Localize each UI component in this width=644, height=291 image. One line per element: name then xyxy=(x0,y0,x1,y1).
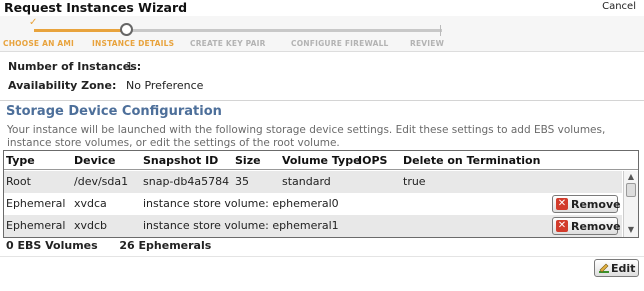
col-volume-type: Volume Type xyxy=(282,154,361,167)
scroll-down-icon[interactable]: ▼ xyxy=(626,225,636,235)
progress-track xyxy=(34,29,442,32)
scroll-up-icon[interactable]: ▲ xyxy=(626,172,636,182)
cell-type: Ephemeral xyxy=(6,219,66,232)
cell-volume-type: standard xyxy=(282,175,331,188)
table-scrollbar[interactable]: ▲ ▼ xyxy=(623,171,638,237)
table-row[interactable]: Ephemeral xvdca instance store volume: e… xyxy=(4,193,622,215)
title-bar: Request Instances Wizard Cancel xyxy=(0,0,644,16)
zone-value: No Preference xyxy=(126,79,204,92)
cell-size: 35 xyxy=(235,175,249,188)
storage-summary: 0 EBS Volumes 26 Ephemerals xyxy=(6,239,211,252)
col-type: Type xyxy=(6,154,35,167)
step-review: REVIEW xyxy=(410,39,445,48)
cell-snapshot: snap-db4a5784 xyxy=(143,175,230,188)
cell-snapshot: instance store volume: ephemeral0 xyxy=(143,197,339,210)
current-step-marker xyxy=(120,23,133,36)
step-instance-details: INSTANCE DETAILS xyxy=(92,39,175,48)
col-iops: IOPS xyxy=(358,154,388,167)
pencil-icon xyxy=(599,263,609,273)
scroll-thumb[interactable] xyxy=(626,183,636,197)
ephemeral-count: 26 Ephemerals xyxy=(119,239,212,252)
ebs-volume-count: 0 EBS Volumes xyxy=(6,239,98,252)
remove-label: Remove xyxy=(571,197,621,211)
progress-end-tick xyxy=(440,25,441,36)
instances-label: Number of Instances: xyxy=(8,60,142,73)
cell-snapshot: instance store volume: ephemeral1 xyxy=(143,219,339,232)
cell-delete-on-termination: true xyxy=(403,175,426,188)
wizard-steps: ✓ CHOOSE AN AMI INSTANCE DETAILS CREATE … xyxy=(0,16,644,52)
cell-device: xvdca xyxy=(74,197,107,210)
step-configure-firewall: CONFIGURE FIREWALL xyxy=(291,39,389,48)
storage-table: Type Device Snapshot ID Size Volume Type… xyxy=(3,150,639,238)
bottom-divider xyxy=(0,256,644,257)
remove-button[interactable]: ✕ Remove xyxy=(552,217,621,235)
table-header: Type Device Snapshot ID Size Volume Type… xyxy=(4,151,638,170)
cell-type: Root xyxy=(6,175,31,188)
instances-value: 1 xyxy=(126,60,133,73)
remove-label: Remove xyxy=(571,219,621,233)
checkmark-icon: ✓ xyxy=(29,17,38,28)
cell-device: /dev/sda1 xyxy=(74,175,129,188)
progress-fill xyxy=(34,29,126,32)
col-device: Device xyxy=(74,154,116,167)
zone-row: Availability Zone: No Preference xyxy=(8,79,308,93)
col-snapshot-id: Snapshot ID xyxy=(143,154,219,167)
section-divider xyxy=(0,100,644,101)
table-row[interactable]: Root /dev/sda1 snap-db4a5784 35 standard… xyxy=(4,171,622,193)
zone-label: Availability Zone: xyxy=(8,79,117,92)
remove-button[interactable]: ✕ Remove xyxy=(552,195,621,213)
red-x-icon: ✕ xyxy=(556,220,568,232)
step-choose-ami: CHOOSE AN AMI xyxy=(3,39,75,48)
table-row[interactable]: Ephemeral xvdcb instance store volume: e… xyxy=(4,215,622,237)
cell-type: Ephemeral xyxy=(6,197,66,210)
col-size: Size xyxy=(235,154,261,167)
step-create-key-pair: CREATE KEY PAIR xyxy=(190,39,266,48)
storage-section-title: Storage Device Configuration xyxy=(6,104,222,119)
col-delete-on-termination: Delete on Termination xyxy=(403,154,541,167)
window-title: Request Instances Wizard xyxy=(4,0,188,15)
cell-device: xvdcb xyxy=(74,219,108,232)
cancel-link[interactable]: Cancel xyxy=(602,1,636,12)
edit-button[interactable]: Edit xyxy=(594,259,639,277)
red-x-icon: ✕ xyxy=(556,198,568,210)
storage-description: Your instance will be launched with the … xyxy=(7,124,606,149)
instances-row: Number of Instances: 1 xyxy=(8,60,308,74)
edit-label: Edit xyxy=(611,261,636,275)
